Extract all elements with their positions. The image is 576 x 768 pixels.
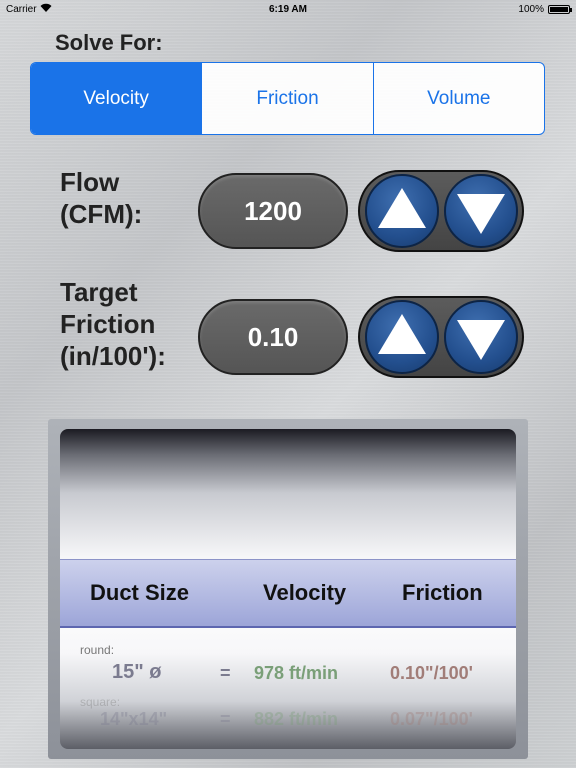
row-velocity: 882 ft/min [254,709,339,729]
friction-label-line2: Friction [60,309,156,339]
friction-label: Target Friction (in/100'): [60,276,166,372]
solve-for-label: Solve For: [55,30,163,55]
friction-decrement-button[interactable] [443,300,518,374]
status-time: 6:19 AM [269,3,307,15]
picker-selection-bar: Duct Size Velocity Friction [60,559,516,628]
row-equals: = [220,709,231,729]
solve-for-segmented-control: Velocity Friction Volume [30,62,545,135]
segment-velocity[interactable]: Velocity [31,63,203,134]
segment-friction[interactable]: Friction [202,63,374,134]
battery-icon [548,4,572,14]
header-duct-size: Duct Size [90,580,190,605]
flow-label-line1: Flow [60,167,120,197]
flow-increment-button[interactable] [364,174,439,248]
friction-stepper [358,296,524,378]
row-caption: round: [80,643,115,657]
row-caption: square: [80,695,121,709]
arrow-down-icon [456,320,505,360]
header-friction: Friction [402,580,483,605]
friction-value-field[interactable]: 0.10 [198,299,348,375]
row-friction: 0.07"/100' [390,709,473,729]
friction-label-line1: Target [60,277,138,307]
friction-label-line3: (in/100'): [60,341,166,371]
arrow-up-icon [377,188,426,228]
friction-increment-button[interactable] [364,300,439,374]
row-equals: = [220,663,231,683]
flow-label-line2: (CFM): [60,199,143,229]
picker-wheel[interactable]: Duct Size Velocity Friction round: 15" ø… [60,429,516,749]
status-bar: Carrier 6:19 AM 100% [0,0,576,18]
segment-volume[interactable]: Volume [374,63,544,134]
flow-decrement-button[interactable] [443,174,518,248]
row-friction: 0.10"/100' [390,663,473,683]
duct-size-picker[interactable]: Duct Size Velocity Friction round: 15" ø… [48,419,528,759]
flow-label: Flow (CFM): [60,166,142,230]
header-velocity: Velocity [263,580,347,605]
flow-value-field[interactable]: 1200 [198,173,348,249]
arrow-down-icon [456,194,505,234]
row-duct-size: 14"x14" [100,709,168,729]
row-duct-size: 15" ø [112,661,162,683]
arrow-up-icon [377,314,426,354]
row-velocity: 978 ft/min [254,663,339,683]
flow-stepper [358,170,524,252]
